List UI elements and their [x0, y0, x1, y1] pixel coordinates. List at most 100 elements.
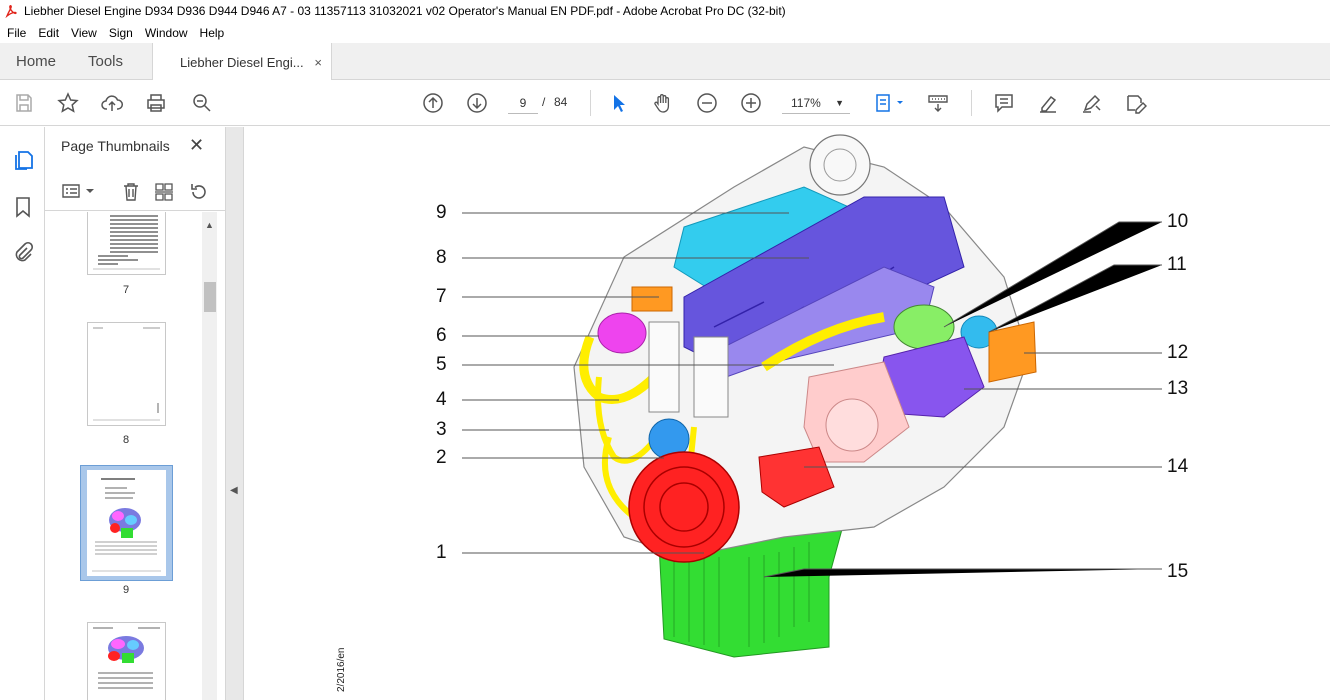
- options-menu-icon[interactable]: [61, 181, 97, 201]
- thumbnail-page-number: 7: [122, 284, 130, 296]
- hand-tool-button[interactable]: [651, 91, 675, 115]
- thumbnail-list: 7 8 9: [45, 212, 205, 700]
- thumbnail-page[interactable]: [87, 322, 166, 426]
- bookmark-icon[interactable]: [11, 195, 35, 219]
- callout-label: 7: [436, 286, 447, 307]
- main-toolbar: 9 / 84 117% ▼: [0, 80, 1330, 126]
- menu-bar: File Edit View Sign Window Help: [0, 22, 1330, 43]
- scroll-mode-button[interactable]: [926, 91, 950, 115]
- acrobat-icon: [5, 5, 17, 18]
- scroll-up-icon[interactable]: ▲: [205, 220, 214, 230]
- menu-sign[interactable]: Sign: [102, 26, 138, 40]
- comment-button[interactable]: [992, 91, 1016, 115]
- tab-document-label: Liebher Diesel Engi...: [180, 54, 304, 70]
- toolbar-divider: [971, 90, 972, 116]
- callout-label: 6: [436, 325, 447, 346]
- tab-document[interactable]: Liebher Diesel Engi... ×: [152, 43, 332, 81]
- callout-label: 15: [1167, 561, 1189, 582]
- callout-label: 9: [436, 202, 447, 223]
- thumbnail-page-number: 8: [122, 434, 130, 446]
- next-page-button[interactable]: [465, 91, 489, 115]
- fill-sign-icon: [1127, 95, 1147, 114]
- panel-collapse-strip[interactable]: ◀: [226, 127, 244, 700]
- thumbnail-page[interactable]: [87, 212, 166, 275]
- thumbnail-content: [93, 215, 160, 270]
- thumbnail-content: [93, 627, 160, 689]
- extract-pages-icon[interactable]: [153, 181, 175, 203]
- scrollbar-thumb[interactable]: [204, 282, 216, 312]
- tab-home[interactable]: Home: [16, 43, 56, 80]
- select-tool-button[interactable]: [606, 91, 630, 115]
- window-title: Liebher Diesel Engine D934 D936 D944 D94…: [24, 4, 786, 18]
- cursor-arrow-icon: [614, 95, 625, 112]
- comment-icon: [995, 94, 1013, 113]
- callout-label: 12: [1167, 342, 1189, 363]
- menu-edit[interactable]: Edit: [31, 26, 64, 40]
- zoom-search-icon: [193, 94, 211, 112]
- bookmark-star-button[interactable]: [56, 91, 80, 115]
- page-footer-text: 2/2016/en: [336, 647, 347, 693]
- title-bar: Liebher Diesel Engine D934 D936 D944 D94…: [0, 0, 1330, 22]
- fill-sign-button[interactable]: [1124, 91, 1148, 115]
- page-fit-icon: [876, 94, 903, 112]
- menu-help[interactable]: Help: [193, 26, 230, 40]
- draw-button[interactable]: [1080, 91, 1104, 115]
- cloud-upload-icon: [101, 95, 123, 111]
- tab-close-icon[interactable]: ×: [314, 55, 322, 70]
- plus-circle-icon: [741, 93, 761, 113]
- find-button[interactable]: [190, 91, 214, 115]
- thumbnail-content: [92, 478, 161, 572]
- trash-icon[interactable]: [120, 181, 142, 203]
- callout-label: 1: [436, 542, 447, 563]
- thumbnails-panel: Page Thumbnails ✕ 7 8 9 ▲: [45, 127, 226, 700]
- paperclip-icon[interactable]: [11, 241, 35, 265]
- thumbnail-scrollbar[interactable]: ▲: [202, 212, 217, 700]
- page-number-input[interactable]: 9: [508, 92, 538, 114]
- page-display-button[interactable]: [872, 91, 906, 115]
- prev-page-button[interactable]: [421, 91, 445, 115]
- chevron-down-icon: ▼: [835, 98, 844, 108]
- thumbnail-sheet: [87, 470, 166, 576]
- thumbnail-page[interactable]: [87, 622, 166, 700]
- callout-label: 3: [436, 419, 447, 440]
- pen-icon: [1083, 94, 1101, 113]
- minus-circle-icon: [697, 93, 717, 113]
- highlighter-icon: [1040, 95, 1057, 113]
- hand-icon: [654, 94, 670, 113]
- menu-view[interactable]: View: [64, 26, 102, 40]
- zoom-out-button[interactable]: [695, 91, 719, 115]
- callout-label: 11: [1167, 254, 1187, 275]
- thumbnail-page-selected[interactable]: [80, 465, 173, 581]
- panel-toolbar: [45, 173, 226, 211]
- callout-label: 4: [436, 389, 447, 410]
- toolbar-divider: [590, 90, 591, 116]
- print-button[interactable]: [144, 91, 168, 115]
- rotate-icon[interactable]: [188, 181, 210, 203]
- arrow-down-circle-icon: [467, 93, 487, 113]
- printer-icon: [147, 94, 165, 112]
- thumbnail-content: [93, 327, 160, 421]
- panel-title: Page Thumbnails: [61, 138, 170, 154]
- page-total: 84: [554, 95, 568, 109]
- left-rail: [0, 127, 45, 700]
- menu-window[interactable]: Window: [138, 26, 193, 40]
- callout-label: 5: [436, 354, 447, 375]
- save-icon: [16, 94, 32, 112]
- tab-tools[interactable]: Tools: [88, 43, 123, 80]
- document-view[interactable]: 9 8 7 6 5 4 3 2 1 10 11 12 13 14 15 2/20…: [244, 127, 1330, 700]
- highlight-button[interactable]: [1036, 91, 1060, 115]
- chevron-left-icon[interactable]: ◀: [230, 485, 238, 496]
- callout-label: 8: [436, 247, 447, 268]
- callout-label: 2: [436, 447, 447, 468]
- zoom-level-value: 117%: [791, 96, 821, 110]
- callout-label: 13: [1167, 378, 1189, 399]
- save-button[interactable]: [12, 91, 36, 115]
- page-separator: /: [542, 95, 546, 109]
- keyboard-scroll-icon: [928, 95, 948, 112]
- menu-file[interactable]: File: [0, 26, 31, 40]
- page-thumbnails-icon[interactable]: [11, 148, 35, 172]
- zoom-level-select[interactable]: 117% ▼: [782, 92, 850, 114]
- upload-button[interactable]: [100, 91, 124, 115]
- zoom-in-button[interactable]: [739, 91, 763, 115]
- panel-close-icon[interactable]: ✕: [189, 135, 204, 156]
